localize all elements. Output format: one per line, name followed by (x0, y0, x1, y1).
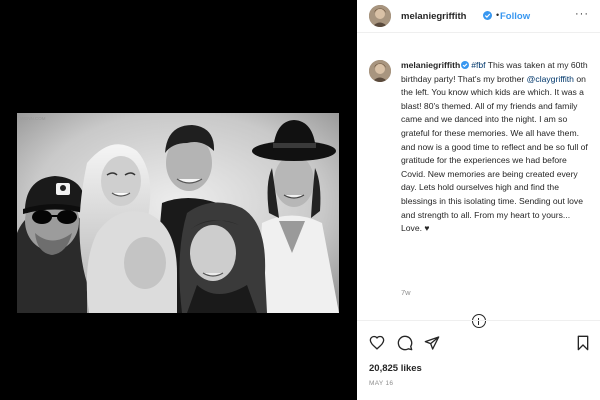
caption-username[interactable]: melaniegriffith (401, 60, 460, 70)
caption-text: melaniegriffith #fbf This was taken at my… (401, 59, 591, 236)
avatar[interactable] (369, 60, 391, 82)
caption-hashtag[interactable]: #fbf (471, 60, 485, 70)
header-username[interactable]: melaniegriffith (401, 11, 466, 22)
caption-time-ago[interactable]: 7w (401, 288, 411, 297)
post-header: melaniegriffith • Follow ··· (357, 0, 600, 33)
share-icon[interactable] (424, 335, 440, 351)
separator-dot: • (496, 10, 500, 20)
group-photo-image: WENN.COM (17, 113, 339, 313)
caption-body-2: on the left. You know which kids are whi… (401, 73, 588, 234)
photo-watermark: WENN.COM (20, 116, 46, 121)
bookmark-icon[interactable] (576, 335, 590, 351)
verified-badge-icon (461, 61, 470, 69)
post-photo[interactable]: WENN.COM (17, 113, 339, 313)
heart-icon[interactable] (369, 335, 385, 350)
post-side-panel: melaniegriffith • Follow ··· melaniegrif… (357, 0, 600, 400)
avatar[interactable] (369, 5, 391, 27)
actions-bar: 20,825 likes MAY 16 (357, 320, 600, 400)
likes-count[interactable]: 20,825 likes (369, 363, 422, 374)
caption-area: melaniegriffith #fbf This was taken at my… (357, 56, 600, 328)
post-date[interactable]: MAY 16 (369, 380, 393, 387)
verified-badge-icon (483, 11, 492, 20)
post-media: WENN.COM (0, 0, 357, 400)
comment-icon[interactable] (397, 335, 413, 351)
follow-button[interactable]: Follow (500, 11, 530, 22)
caption-mention[interactable]: @claygriffith (527, 74, 574, 84)
person-cap-man (17, 176, 87, 313)
more-options-icon[interactable]: ··· (575, 8, 589, 20)
